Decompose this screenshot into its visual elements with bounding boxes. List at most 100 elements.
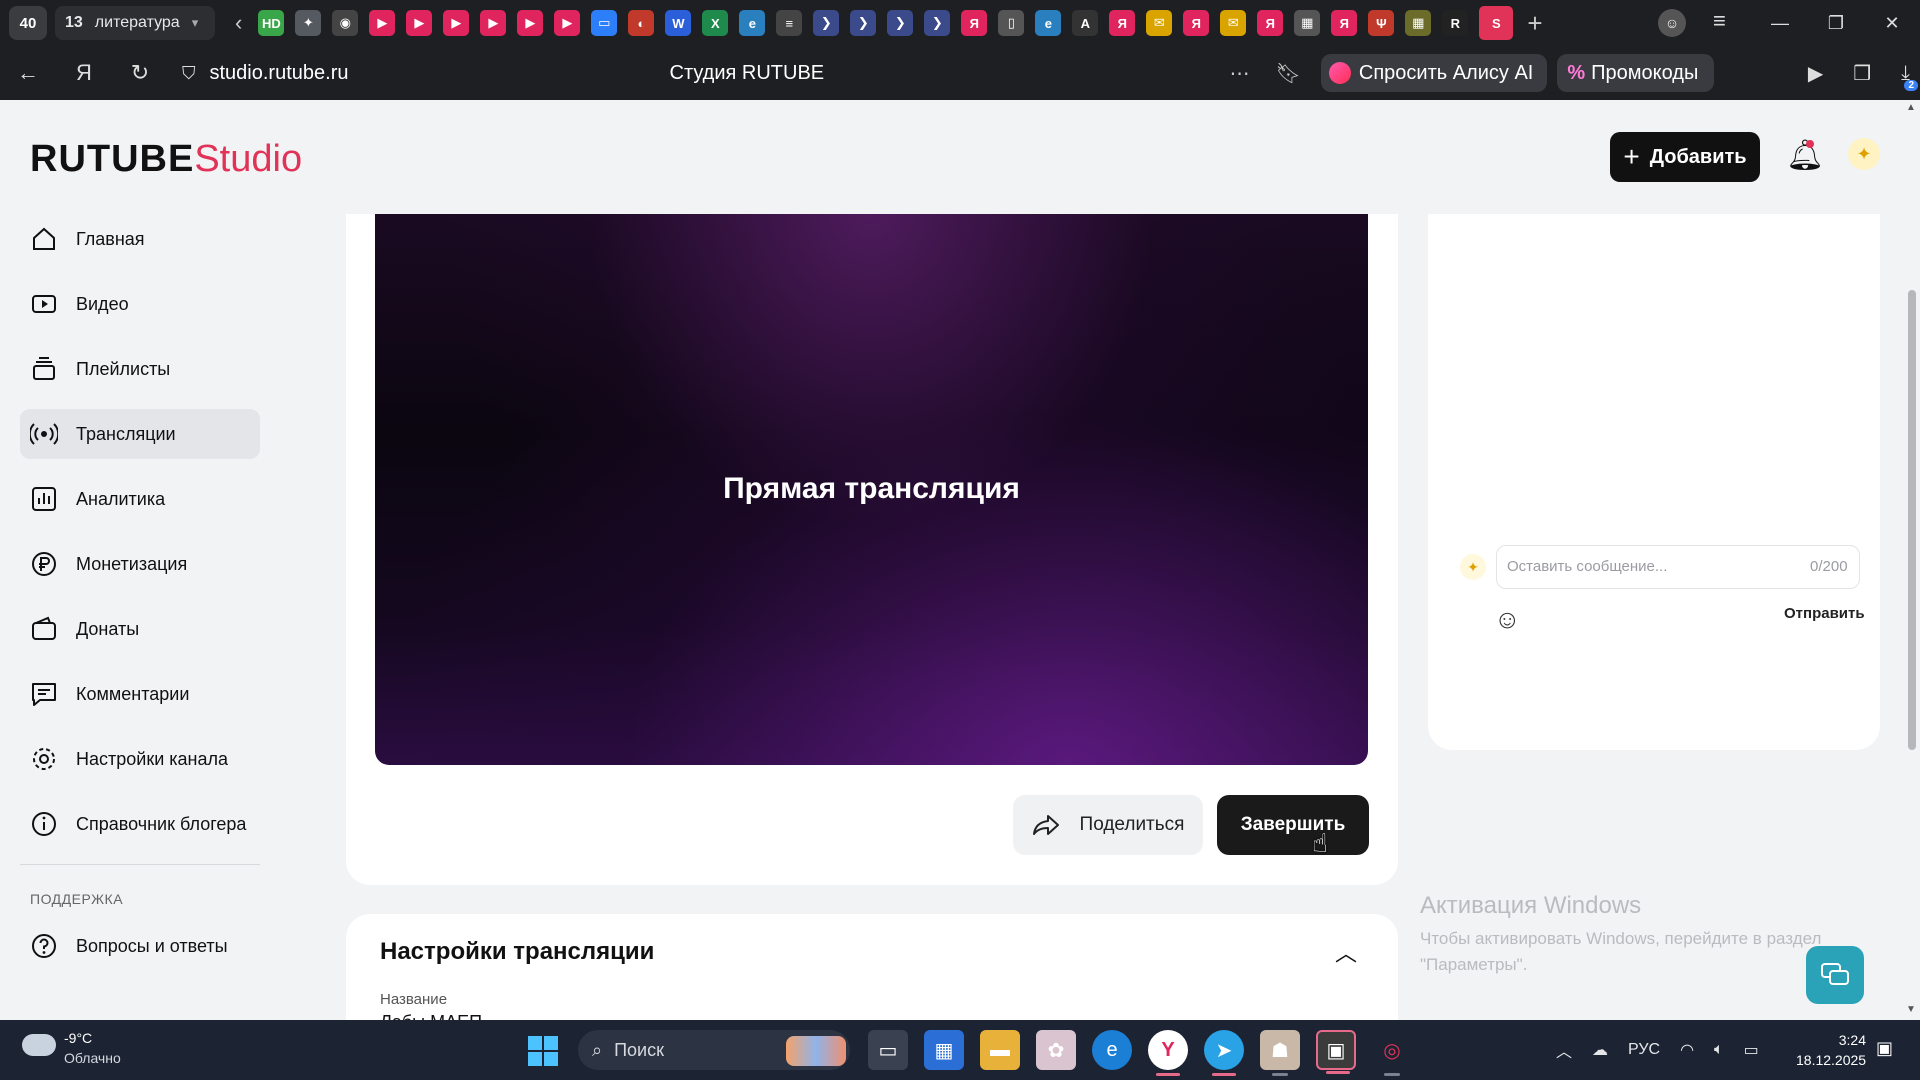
- collections-icon[interactable]: ❒: [1853, 61, 1871, 86]
- chat-icon[interactable]: ▭: [591, 10, 618, 36]
- edge-icon[interactable]: e: [739, 10, 766, 36]
- edge-icon[interactable]: e: [1035, 10, 1062, 36]
- arrow-icon[interactable]: ❯: [887, 10, 914, 36]
- font-icon[interactable]: A: [1072, 10, 1099, 36]
- telegram-icon[interactable]: ➤: [1204, 1030, 1244, 1076]
- new-tab-icon[interactable]: +: [1527, 8, 1542, 39]
- word-icon[interactable]: W: [665, 10, 692, 36]
- profile-icon[interactable]: ☺: [1658, 9, 1686, 37]
- weather-temperature[interactable]: -9°C: [64, 1030, 92, 1046]
- wifi-icon[interactable]: ◠: [1680, 1040, 1694, 1060]
- weather-description[interactable]: Облачно: [64, 1050, 121, 1066]
- tab-group[interactable]: 13 литература ▾: [55, 6, 215, 40]
- live-player[interactable]: Прямая трансляция: [375, 214, 1368, 765]
- mail-icon[interactable]: ✉: [1146, 10, 1173, 36]
- sidebar-item-home[interactable]: Главная: [20, 214, 260, 264]
- sidebar-item-question[interactable]: Вопросы и ответы: [20, 921, 260, 971]
- bookmark-icon[interactable]: 🔖︎: [1276, 61, 1301, 86]
- sidebar-item-comment[interactable]: Комментарии: [20, 669, 260, 719]
- yandex-icon[interactable]: Я: [1183, 10, 1210, 36]
- battery-icon[interactable]: ▭: [1744, 1040, 1759, 1060]
- mail-icon[interactable]: ✉: [1220, 10, 1247, 36]
- psi-icon[interactable]: Ψ: [1368, 10, 1395, 36]
- language-indicator[interactable]: РУС: [1628, 1041, 1660, 1059]
- help-chat-button[interactable]: [1806, 946, 1864, 1004]
- restore-icon[interactable]: ❐: [1808, 13, 1864, 34]
- finish-button[interactable]: Завершить: [1217, 795, 1369, 855]
- tab-counter[interactable]: 40: [9, 6, 47, 40]
- sidebar-item-broadcast[interactable]: Трансляции: [20, 409, 260, 459]
- notification-center-icon[interactable]: ▣: [1876, 1038, 1893, 1059]
- sidebar-item-ruble[interactable]: Монетизация: [20, 539, 260, 589]
- file-icon[interactable]: ▯: [998, 10, 1025, 36]
- onedrive-icon[interactable]: ☁: [1592, 1040, 1608, 1060]
- downloads-icon[interactable]: ⤓ 2: [1901, 62, 1918, 91]
- video-icon[interactable]: ▶: [406, 10, 433, 36]
- emoji-icon[interactable]: ☺: [1494, 604, 1521, 635]
- doc-icon[interactable]: ≡: [776, 10, 803, 36]
- app-icon[interactable]: ◉: [332, 10, 359, 36]
- game-app-icon[interactable]: ☗: [1260, 1030, 1300, 1076]
- add-button[interactable]: + Добавить: [1610, 132, 1760, 182]
- record-app-icon[interactable]: ◎: [1372, 1030, 1412, 1076]
- sidebar-item-gear[interactable]: Настройки канала: [20, 734, 260, 784]
- sidebar-item-wallet[interactable]: Донаты: [20, 604, 260, 654]
- video-icon[interactable]: ▶: [480, 10, 507, 36]
- file-explorer-icon[interactable]: ▬: [980, 1030, 1020, 1070]
- windows-start-icon[interactable]: [528, 1036, 558, 1066]
- arrow-icon[interactable]: ❯: [924, 10, 951, 36]
- scrollbar-thumb[interactable]: [1908, 290, 1916, 750]
- yandex-browser-icon[interactable]: Y: [1148, 1030, 1188, 1076]
- video-overlay-icon[interactable]: ▶: [1808, 61, 1823, 86]
- chevron-down-icon[interactable]: ▾: [192, 15, 199, 31]
- studio-icon[interactable]: S: [1479, 6, 1514, 40]
- arrow-icon[interactable]: ❯: [813, 10, 840, 36]
- tabs-scroll-left-icon[interactable]: ‹: [235, 10, 242, 36]
- title-field-value[interactable]: Лабы МАЕП: [380, 1012, 482, 1020]
- alice-button[interactable]: Спросить Алису AI: [1320, 54, 1548, 92]
- sidebar-item-playlist[interactable]: Плейлисты: [20, 344, 260, 394]
- photo-app-icon[interactable]: ✿: [1036, 1030, 1076, 1070]
- sheet-icon[interactable]: X: [702, 10, 729, 36]
- edge-icon[interactable]: e: [1092, 1030, 1132, 1070]
- volume-icon[interactable]: 🔈︎: [1714, 1041, 1724, 1059]
- scroll-down-icon[interactable]: ▼: [1906, 1004, 1916, 1015]
- avatar[interactable]: ✦: [1848, 138, 1880, 170]
- video-icon[interactable]: ▶: [443, 10, 470, 36]
- yandex-icon[interactable]: Я: [1109, 10, 1136, 36]
- yandex-icon[interactable]: Я: [1331, 10, 1358, 36]
- chevron-up-icon[interactable]: ︿: [1335, 936, 1357, 968]
- scroll-up-icon[interactable]: ▲: [1906, 102, 1916, 113]
- yandex-icon[interactable]: Я: [56, 60, 112, 86]
- video-icon[interactable]: ▶: [517, 10, 544, 36]
- rutube-icon[interactable]: R: [1442, 10, 1469, 36]
- reload-icon[interactable]: ↻: [112, 60, 168, 86]
- tray-overflow-icon[interactable]: ︿: [1556, 1038, 1572, 1062]
- back-icon[interactable]: ←: [0, 60, 56, 86]
- cloud-icon[interactable]: [22, 1034, 56, 1056]
- video-icon[interactable]: ▶: [369, 10, 396, 36]
- rutube-studio-logo[interactable]: RUTUBEStudio: [30, 138, 302, 181]
- star-icon[interactable]: ✦: [295, 10, 322, 36]
- minimize-icon[interactable]: —: [1752, 13, 1808, 34]
- send-button[interactable]: Отправить: [1784, 605, 1865, 622]
- table-icon[interactable]: ▦: [1405, 10, 1432, 36]
- hd-icon[interactable]: HD: [258, 10, 285, 36]
- app-icon[interactable]: ◐: [628, 10, 655, 36]
- sidebar-item-info[interactable]: Справочник блогера: [20, 799, 260, 849]
- yandex-icon[interactable]: Я: [1257, 10, 1284, 36]
- close-icon[interactable]: ✕: [1864, 13, 1920, 34]
- video-icon[interactable]: ▶: [554, 10, 581, 36]
- url-field[interactable]: studio.rutube.ru: [210, 62, 670, 85]
- shield-icon[interactable]: ⛉: [182, 63, 196, 84]
- menu-icon[interactable]: ≡: [1713, 8, 1726, 34]
- more-icon[interactable]: ⋯: [1230, 61, 1250, 86]
- share-button[interactable]: Поделиться: [1013, 795, 1203, 855]
- promo-button[interactable]: % Промокоды: [1557, 54, 1715, 92]
- obs-app-icon[interactable]: ▣: [1316, 1030, 1356, 1074]
- yandex-icon[interactable]: Я: [961, 10, 988, 36]
- grid-icon[interactable]: ▦: [1294, 10, 1321, 36]
- arrow-icon[interactable]: ❯: [850, 10, 877, 36]
- sidebar-item-video[interactable]: Видео: [20, 279, 260, 329]
- sidebar-item-analytics[interactable]: Аналитика: [20, 474, 260, 524]
